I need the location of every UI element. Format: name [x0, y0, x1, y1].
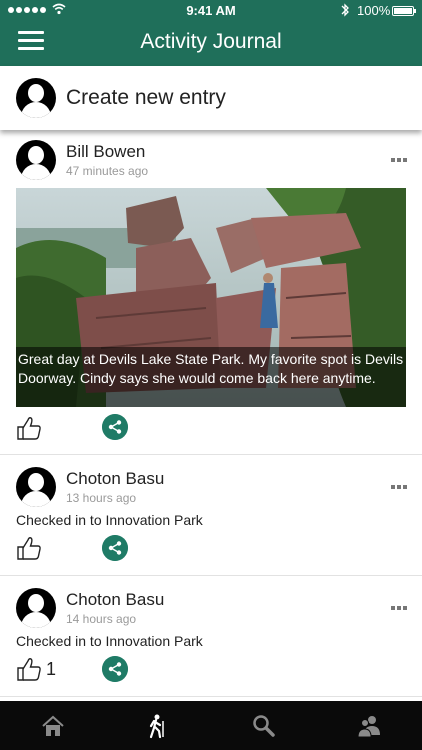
like-icon[interactable] — [16, 536, 42, 560]
hiker-icon[interactable] — [145, 713, 171, 739]
avatar[interactable] — [16, 467, 56, 507]
create-entry-button[interactable]: Create new entry — [0, 66, 422, 130]
more-options-icon[interactable] — [391, 157, 407, 163]
like-icon[interactable] — [16, 657, 42, 681]
people-icon[interactable] — [356, 713, 382, 739]
post-photo[interactable]: Great day at Devils Lake State Park. My … — [16, 188, 406, 407]
post-text: Checked in to Innovation Park — [16, 512, 203, 528]
battery-percent: 100% — [357, 3, 391, 18]
like-count: 1 — [46, 659, 57, 679]
like-icon[interactable] — [16, 416, 42, 440]
search-icon[interactable] — [251, 713, 277, 739]
bluetooth-icon — [341, 3, 349, 17]
more-options-icon[interactable] — [391, 484, 407, 490]
status-bar: 9:41 AM 100% — [0, 0, 422, 22]
post-time: 13 hours ago — [66, 491, 137, 505]
avatar — [16, 78, 56, 118]
post-card: Choton Basu 13 hours ago Checked in to I… — [0, 467, 422, 576]
share-icon[interactable] — [102, 535, 128, 561]
share-icon[interactable] — [102, 414, 128, 440]
share-icon[interactable] — [102, 656, 128, 682]
post-card: Choton Basu 14 hours ago Checked in to I… — [0, 588, 422, 697]
post-author[interactable]: Choton Basu — [66, 469, 164, 489]
battery-icon — [392, 6, 416, 16]
home-icon[interactable] — [40, 713, 66, 739]
post-time: 47 minutes ago — [66, 164, 149, 178]
post-author[interactable]: Bill Bowen — [66, 142, 145, 162]
page-title: Activity Journal — [140, 30, 282, 53]
photo-caption: Great day at Devils Lake State Park. My … — [16, 347, 406, 407]
avatar[interactable] — [16, 140, 56, 180]
tab-bar — [0, 701, 422, 750]
avatar[interactable] — [16, 588, 56, 628]
post-time: 14 hours ago — [66, 612, 137, 626]
more-options-icon[interactable] — [391, 605, 407, 611]
post-author[interactable]: Choton Basu — [66, 590, 164, 610]
app-header: 9:41 AM 100% Activity Journal — [0, 0, 422, 66]
create-entry-label: Create new entry — [66, 86, 226, 109]
post-text: Checked in to Innovation Park — [16, 633, 203, 649]
